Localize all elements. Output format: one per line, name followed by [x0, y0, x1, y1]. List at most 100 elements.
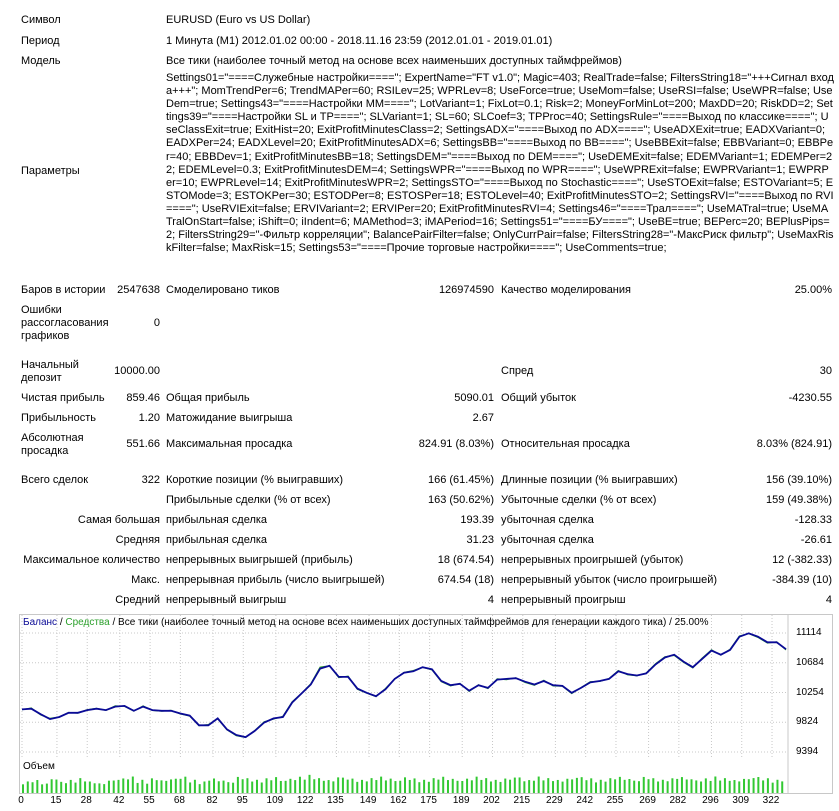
volume-bar	[743, 778, 746, 793]
volume-bar	[36, 780, 39, 793]
expected-label: Матожидание выигрыша	[166, 412, 293, 424]
volume-bar	[690, 779, 693, 793]
volume-bar	[480, 779, 483, 793]
volume-bar	[556, 779, 559, 793]
largest-win-label: прибыльная сделка	[166, 514, 268, 526]
volume-bar	[332, 781, 335, 793]
x-tick-label: 242	[576, 795, 594, 806]
volume-bar	[341, 777, 344, 793]
volume-bar	[504, 778, 507, 793]
volume-bar	[361, 779, 364, 793]
x-tick-label: 28	[80, 795, 92, 806]
grossloss-value: -4230.55	[788, 392, 832, 404]
y-tick-label: 10684	[796, 656, 824, 668]
volume-bar	[88, 781, 91, 793]
volume-bar	[146, 783, 149, 793]
avgcons-loss-label: непрерывный проигрыш	[501, 594, 626, 606]
volume-bar	[509, 779, 512, 793]
volume-bar	[451, 778, 454, 793]
volume-bar	[532, 780, 535, 793]
volume-bar	[69, 779, 72, 793]
volume-bar	[652, 778, 655, 793]
volume-bar	[389, 778, 392, 793]
volume-bar	[260, 782, 263, 793]
volume-bar	[45, 783, 48, 793]
volume-bar	[127, 779, 130, 793]
volume-bar	[470, 780, 473, 793]
chart-legend: Баланс / Средства / Все тики (наиболее т…	[23, 617, 709, 629]
volume-bar	[308, 774, 311, 793]
maxconsp-label: Макс.	[131, 574, 160, 586]
volume-bar	[107, 780, 110, 793]
volume-bar	[766, 778, 769, 793]
volume-bar	[222, 780, 225, 793]
losstrades-value: 159 (49.38%)	[765, 494, 832, 506]
volume-bar	[618, 776, 621, 793]
avg-loss-value: -26.61	[800, 534, 832, 546]
losstrades-label: Убыточные сделки (% от всех)	[501, 494, 657, 506]
volume-bar	[241, 779, 244, 793]
period-value: 1 Минута (M1) 2012.01.02 00:00 - 2018.11…	[166, 35, 553, 47]
volume-bar	[236, 776, 239, 793]
volume-bar	[98, 783, 101, 793]
volume-bar	[351, 778, 354, 793]
volume-bar	[31, 782, 34, 793]
volume-bar	[499, 781, 502, 793]
volume-bar	[599, 779, 602, 793]
netprofit-value: 859.46	[126, 392, 160, 404]
volume-bar	[103, 784, 106, 793]
volume-bar	[657, 781, 660, 793]
x-tick-label: 15	[50, 795, 62, 806]
volume-bar	[327, 780, 330, 793]
volume-bar	[265, 778, 268, 793]
x-tick-label: 215	[513, 795, 531, 806]
volume-bar	[337, 777, 340, 793]
volume-bar	[446, 780, 449, 793]
volume-bar	[676, 778, 679, 793]
volume-bar	[84, 781, 87, 793]
volume-bar	[41, 784, 44, 793]
wintrades-value: 163 (50.62%)	[427, 494, 494, 506]
volume-bar	[528, 780, 531, 793]
x-tick-label: 149	[359, 795, 377, 806]
volume-bar	[494, 779, 497, 793]
volume-bar	[771, 782, 774, 793]
volume-bar	[356, 781, 359, 793]
maxcons-loss-label: непрерывных проигрышей (убыток)	[501, 554, 684, 566]
volume-bar	[384, 780, 387, 793]
volume-bar	[74, 782, 77, 793]
volume-chart: Объем	[19, 759, 833, 794]
volume-bar	[93, 783, 96, 793]
volume-bar	[427, 781, 430, 793]
volume-bar	[270, 780, 273, 793]
volume-bar	[150, 778, 153, 793]
volume-bar	[781, 781, 784, 793]
parameters-value: Settings01="====Служебные настройки===="…	[166, 72, 834, 255]
volume-bar	[475, 776, 478, 793]
volume-bar	[671, 778, 674, 793]
balance-line	[21, 632, 787, 739]
x-tick-label: 122	[296, 795, 314, 806]
volume-bar	[165, 780, 168, 793]
quality-label: Качество моделирования	[501, 284, 631, 296]
volume-bar	[404, 777, 406, 793]
y-tick-label: 11114	[796, 627, 822, 638]
legend-equity: Средства	[65, 617, 110, 628]
y-tick-label: 10254	[796, 686, 824, 698]
largest-loss-value: -128.33	[794, 514, 832, 526]
symbol-value: EURUSD (Euro vs US Dollar)	[166, 14, 311, 26]
x-tick-label: 135	[327, 795, 344, 806]
avg-win-value: 31.23	[466, 534, 494, 546]
volume-bar	[614, 779, 617, 793]
volume-bar	[723, 778, 726, 793]
volume-bar	[174, 778, 177, 793]
volume-bar	[399, 780, 402, 793]
volume-bar	[60, 781, 63, 793]
trades-value: 322	[141, 474, 160, 486]
long-value: 156 (39.10%)	[765, 474, 832, 486]
average-label: Средняя	[115, 534, 160, 546]
volume-bar	[590, 778, 593, 793]
deposit-label: Начальный депозит	[21, 359, 79, 384]
volume-bar	[666, 781, 669, 793]
largest-loss-label: убыточная сделка	[501, 514, 594, 526]
